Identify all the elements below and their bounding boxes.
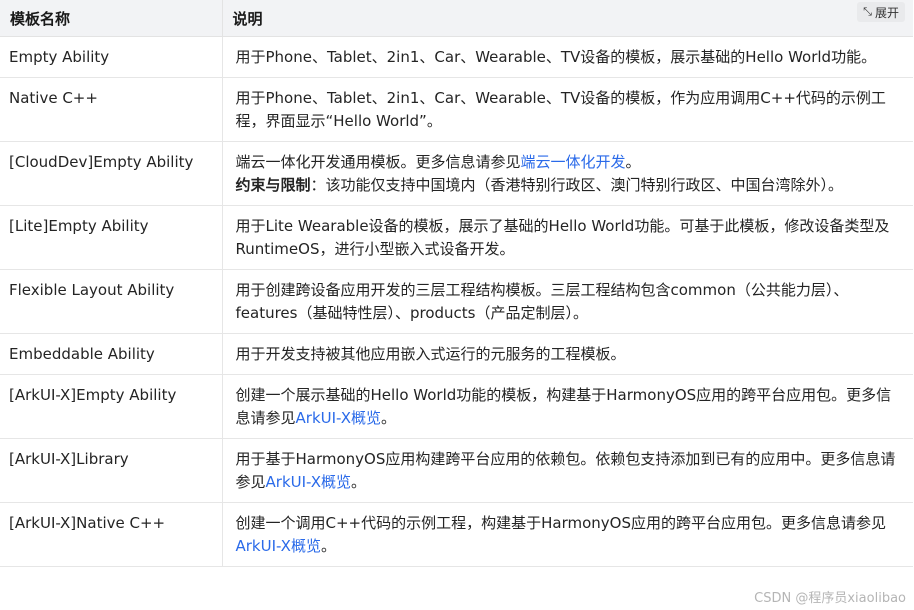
- description-text: 。: [625, 153, 641, 171]
- description-line: 端云一体化开发通用模板。更多信息请参见端云一体化开发。: [236, 151, 900, 174]
- template-name: [ArkUI-X]Empty Ability: [0, 374, 223, 439]
- template-name: [CloudDev]Empty Ability: [0, 141, 223, 206]
- template-description: 用于基于HarmonyOS应用构建跨平台应用的依赖包。依赖包支持添加到已有的应用…: [222, 438, 913, 503]
- header-description-label: 说明: [232, 9, 263, 28]
- template-name: Flexible Layout Ability: [0, 269, 223, 334]
- expand-label: 展开: [874, 5, 899, 20]
- constraint-text: ：该功能仅支持中国境内（香港特别行政区、澳门特别行政区、中国台湾除外）。: [310, 176, 844, 194]
- doc-link[interactable]: 端云一体化开发: [521, 153, 626, 171]
- table-row: Embeddable Ability 用于开发支持被其他应用嵌入式运行的元服务的…: [0, 333, 913, 375]
- csdn-watermark: CSDN @程序员xiaolibao: [754, 591, 906, 606]
- table-row: [ArkUI-X]Native C++ 创建一个调用C++代码的示例工程，构建基…: [0, 502, 913, 567]
- template-description: 用于Lite Wearable设备的模板，展示了基础的Hello World功能…: [222, 205, 913, 270]
- table-row: [Lite]Empty Ability 用于Lite Wearable设备的模板…: [0, 205, 913, 270]
- table-row: Native C++ 用于Phone、Tablet、2in1、Car、Weara…: [0, 77, 913, 142]
- expand-button[interactable]: ⤡ 展开: [857, 2, 905, 22]
- table-row: [ArkUI-X]Empty Ability 创建一个展示基础的Hello Wo…: [0, 374, 913, 439]
- doc-link[interactable]: ArkUI-X概览: [236, 537, 321, 555]
- table-header-row: 模板名称 说明 ⤡ 展开: [0, 0, 913, 37]
- table-row: [CloudDev]Empty Ability 端云一体化开发通用模板。更多信息…: [0, 141, 913, 206]
- template-name: [ArkUI-X]Native C++: [0, 502, 223, 567]
- template-description: 用于Phone、Tablet、2in1、Car、Wearable、TV设备的模板…: [222, 36, 913, 78]
- template-description: 创建一个展示基础的Hello World功能的模板，构建基于HarmonyOS应…: [222, 374, 913, 439]
- template-description: 用于创建跨设备应用开发的三层工程结构模板。三层工程结构包含common（公共能力…: [222, 269, 913, 334]
- template-name: [Lite]Empty Ability: [0, 205, 223, 270]
- table-row: Empty Ability 用于Phone、Tablet、2in1、Car、We…: [0, 36, 913, 78]
- constraint-line: 约束与限制：该功能仅支持中国境内（香港特别行政区、澳门特别行政区、中国台湾除外）…: [236, 174, 900, 197]
- template-name: [ArkUI-X]Library: [0, 438, 223, 503]
- template-description: 创建一个调用C++代码的示例工程，构建基于HarmonyOS应用的跨平台应用包。…: [222, 502, 913, 567]
- template-name: Native C++: [0, 77, 223, 142]
- template-description: 用于Phone、Tablet、2in1、Car、Wearable、TV设备的模板…: [222, 77, 913, 142]
- template-name: Empty Ability: [0, 36, 223, 78]
- table-row: [ArkUI-X]Library 用于基于HarmonyOS应用构建跨平台应用的…: [0, 438, 913, 503]
- template-description: 用于开发支持被其他应用嵌入式运行的元服务的工程模板。: [222, 333, 913, 375]
- description-text: 创建一个调用C++代码的示例工程，构建基于HarmonyOS应用的跨平台应用包。…: [235, 514, 887, 532]
- description-text: 。: [380, 409, 396, 427]
- table-row: Flexible Layout Ability 用于创建跨设备应用开发的三层工程…: [0, 269, 913, 334]
- header-template-name: 模板名称: [0, 0, 223, 37]
- template-table: 模板名称 说明 ⤡ 展开 Empty Ability 用于Phone、Table…: [0, 0, 913, 567]
- description-text: 。: [320, 537, 336, 555]
- template-name: Embeddable Ability: [0, 333, 223, 375]
- description-text: 。: [350, 473, 366, 491]
- doc-link[interactable]: ArkUI-X概览: [266, 473, 351, 491]
- template-description: 端云一体化开发通用模板。更多信息请参见端云一体化开发。 约束与限制：该功能仅支持…: [222, 141, 913, 206]
- header-description: 说明 ⤡ 展开: [222, 0, 913, 37]
- description-text: 端云一体化开发通用模板。更多信息请参见: [235, 153, 521, 171]
- constraint-label: 约束与限制: [235, 176, 311, 194]
- doc-link[interactable]: ArkUI-X概览: [296, 409, 381, 427]
- expand-icon: ⤡: [863, 5, 872, 18]
